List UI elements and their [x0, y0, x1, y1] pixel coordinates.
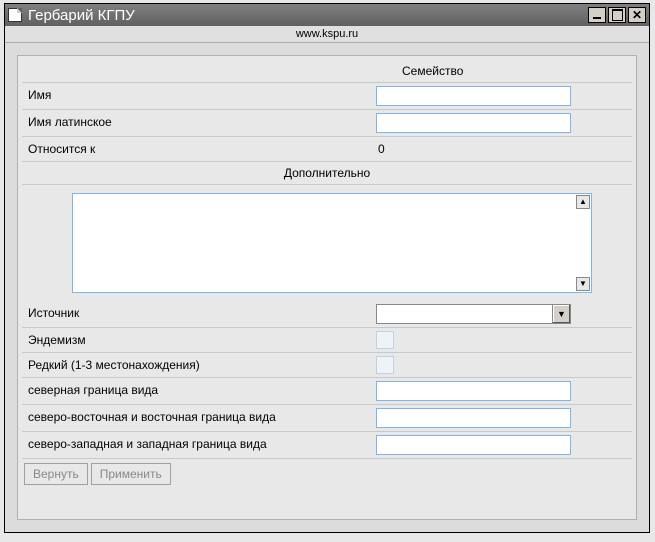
- dropdown-icon[interactable]: ▼: [552, 305, 570, 323]
- apply-button[interactable]: Применить: [91, 463, 171, 485]
- belongs-label: Относится к: [22, 137, 372, 161]
- rare-label: Редкий (1-3 местонахождения): [22, 353, 372, 377]
- north-label: северная граница вида: [22, 378, 372, 404]
- latin-input[interactable]: [376, 113, 571, 133]
- north-input[interactable]: [376, 381, 571, 401]
- textarea-content[interactable]: [73, 194, 575, 292]
- row-belongs: Относится к 0: [22, 137, 632, 162]
- client-area: Семейство Имя Имя латинское Относится к …: [5, 43, 649, 532]
- additional-textarea[interactable]: ▲ ▼: [72, 193, 592, 293]
- minimize-button[interactable]: [588, 7, 606, 23]
- button-row: Вернуть Применить: [22, 459, 632, 489]
- app-window: Гербарий КГПУ ✕ www.kspu.ru Семейство Им…: [4, 3, 650, 533]
- row-northwest: северо-западная и западная граница вида: [22, 432, 632, 459]
- scroll-up-button[interactable]: ▲: [576, 195, 590, 209]
- source-label: Источник: [22, 301, 372, 327]
- family-header: Семейство: [22, 60, 632, 83]
- titlebar[interactable]: Гербарий КГПУ ✕: [5, 4, 649, 26]
- row-endemism: Эндемизм: [22, 328, 632, 353]
- row-latin: Имя латинское: [22, 110, 632, 137]
- url-text: www.kspu.ru: [296, 28, 358, 40]
- row-name: Имя: [22, 83, 632, 110]
- belongs-value: 0: [372, 137, 391, 161]
- additional-area: ▲ ▼: [22, 185, 632, 301]
- source-value: [377, 305, 552, 323]
- northeast-label: северо-восточная и восточная граница вид…: [22, 405, 372, 431]
- northeast-input[interactable]: [376, 408, 571, 428]
- name-input[interactable]: [376, 86, 571, 106]
- additional-header: Дополнительно: [22, 162, 632, 185]
- latin-label: Имя латинское: [22, 110, 372, 136]
- window-title: Гербарий КГПУ: [28, 7, 586, 24]
- document-icon: [8, 8, 22, 22]
- row-source: Источник ▼: [22, 301, 632, 328]
- rare-checkbox[interactable]: [376, 356, 394, 374]
- form-panel: Семейство Имя Имя латинское Относится к …: [17, 55, 637, 520]
- revert-button[interactable]: Вернуть: [24, 463, 88, 485]
- northwest-input[interactable]: [376, 435, 571, 455]
- url-bar: www.kspu.ru: [5, 26, 649, 43]
- scroll-down-button[interactable]: ▼: [576, 277, 590, 291]
- row-northeast: северо-восточная и восточная граница вид…: [22, 405, 632, 432]
- endemism-checkbox[interactable]: [376, 331, 394, 349]
- maximize-button[interactable]: [608, 7, 626, 23]
- row-north: северная граница вида: [22, 378, 632, 405]
- close-button[interactable]: ✕: [628, 7, 646, 23]
- northwest-label: северо-западная и западная граница вида: [22, 432, 372, 458]
- source-select[interactable]: ▼: [376, 304, 571, 324]
- endemism-label: Эндемизм: [22, 328, 372, 352]
- name-label: Имя: [22, 83, 372, 109]
- row-rare: Редкий (1-3 местонахождения): [22, 353, 632, 378]
